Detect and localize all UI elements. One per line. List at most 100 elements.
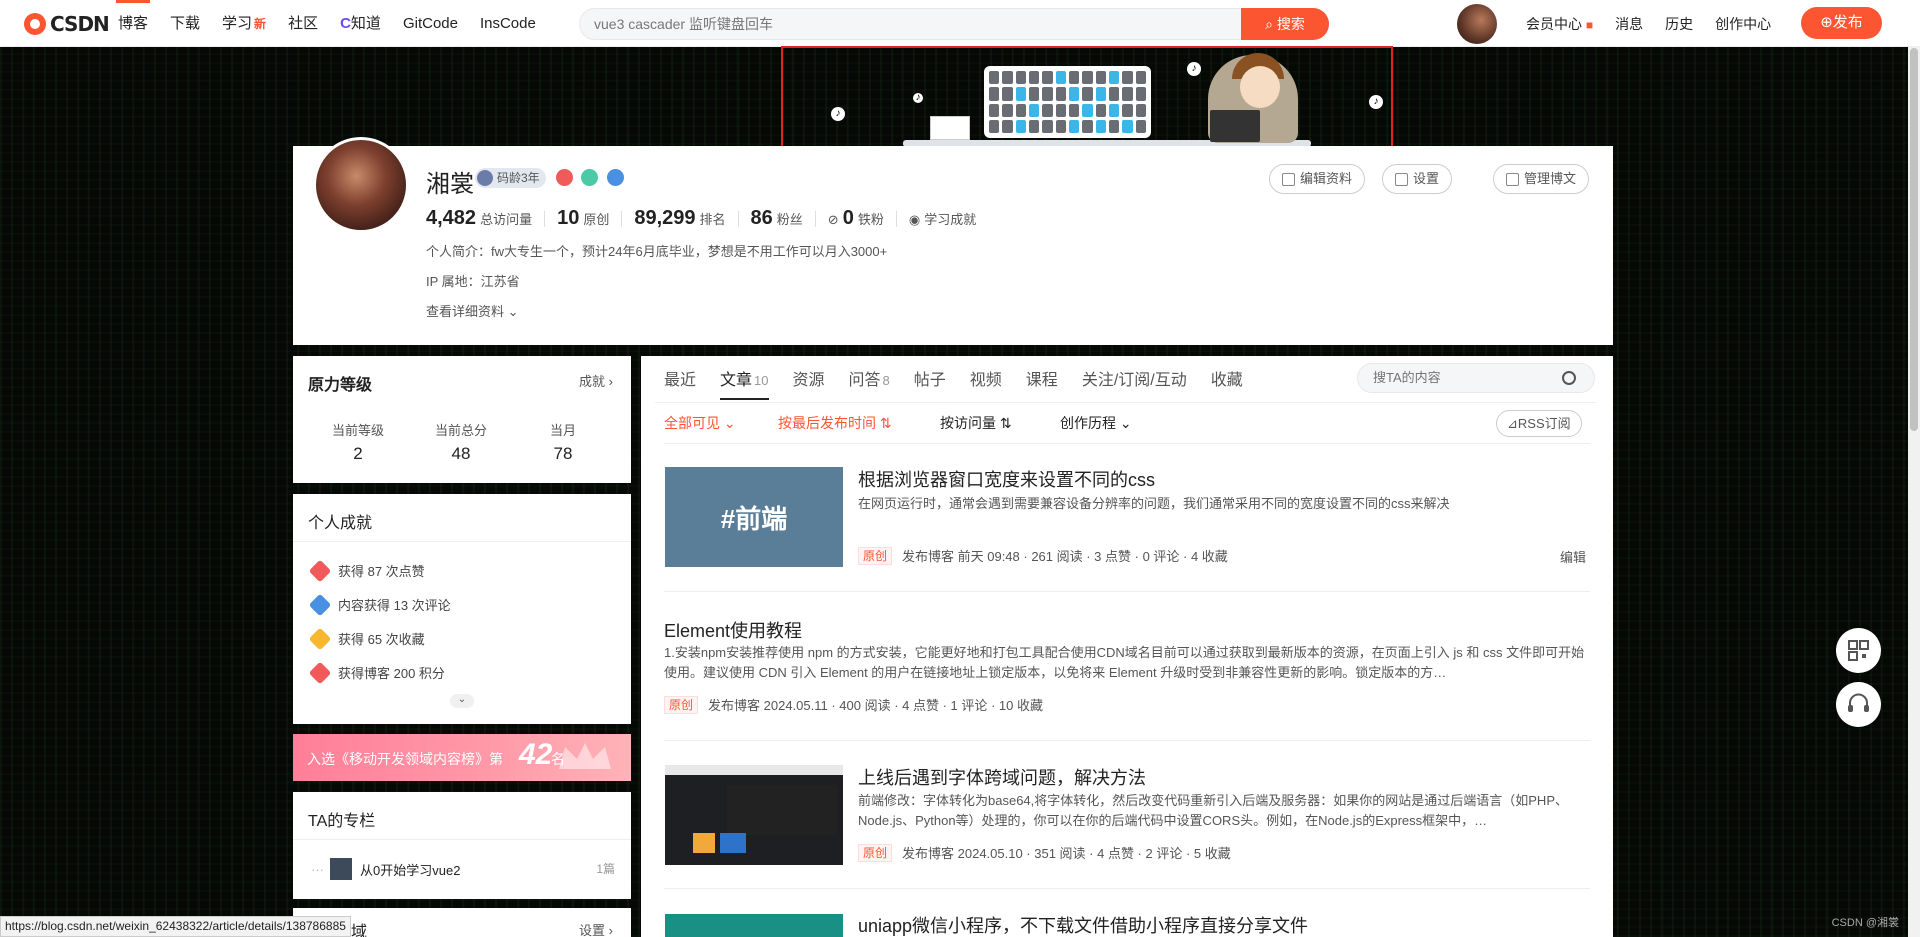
column-thumbnail	[330, 858, 352, 880]
article-title[interactable]: 根据浏览器窗口宽度来设置不同的css	[858, 466, 1155, 492]
article-thumbnail[interactable]	[665, 765, 843, 865]
tab-articles[interactable]: 文章 10	[720, 366, 769, 400]
status-bar-url: https://blog.csdn.net/weixin_62438322/ar…	[0, 916, 351, 937]
points-medal-icon	[308, 661, 332, 684]
article-title[interactable]: uniapp微信小程序，不下载文件借助小程序直接分享文件	[858, 912, 1308, 937]
eye-icon: ◉	[908, 212, 921, 227]
search-input[interactable]	[594, 9, 1194, 39]
tab-videos[interactable]: 视频	[970, 366, 1002, 400]
watermark: CSDN @湘裳	[1831, 917, 1899, 929]
filter-visibility[interactable]: 全部可见 ⌄	[664, 413, 736, 433]
article-title[interactable]: 上线后遇到字体跨域问题，解决方法	[858, 764, 1146, 790]
headset-icon	[1848, 693, 1869, 712]
content-tabs: 最近 文章 10 资源 问答 8 帖子 视频 课程 关注/订阅/互动 收藏	[664, 366, 1267, 400]
divider	[664, 443, 1590, 444]
comment-medal-icon	[308, 593, 332, 616]
content-search-input[interactable]	[1373, 364, 1549, 392]
tab-recent[interactable]: 最近	[664, 366, 696, 400]
column-count: 1篇	[596, 862, 615, 876]
nav-item-blog[interactable]: 博客	[115, 0, 151, 47]
achievement-link[interactable]: 成就 ›	[579, 371, 613, 390]
csdn-logo-icon	[24, 13, 46, 35]
article-thumbnail[interactable]	[665, 914, 843, 937]
rss-icon: ⊿	[1507, 416, 1518, 431]
rank-banner[interactable]: 入选《移动开发领域内容榜》第 42 名	[293, 734, 631, 781]
favorite-medal-icon	[308, 627, 332, 650]
history-link[interactable]: 历史	[1665, 14, 1693, 34]
article-thumbnail[interactable]: #前端	[665, 467, 843, 567]
qrcode-icon	[1848, 640, 1869, 661]
stat-fans: 86 粉丝	[750, 207, 803, 229]
sort-latest[interactable]: 按最后发布时间 ⇅	[778, 413, 892, 433]
column-item[interactable]: ··· 从0开始学习vue2	[311, 858, 460, 880]
gift-icon: ■	[1585, 17, 1594, 32]
divider	[655, 402, 1596, 403]
plus-icon: ⊕	[1820, 14, 1833, 31]
stat-iron-fans: ⊘ 0 铁粉	[827, 207, 884, 229]
nav-item-inscode[interactable]: InsCode	[480, 0, 536, 47]
chevron-down-icon: ⌄	[504, 304, 519, 319]
tab-posts[interactable]: 帖子	[914, 366, 946, 400]
achievements-title: 个人成就	[308, 515, 373, 532]
tab-follows[interactable]: 关注/订阅/互动	[1082, 366, 1187, 400]
medal-icon[interactable]	[556, 169, 573, 186]
tab-favorites[interactable]: 收藏	[1211, 366, 1243, 400]
stat-original: 10 原创	[557, 207, 610, 229]
level-monthly: 当月 78	[549, 423, 576, 463]
rss-subscribe-button[interactable]: ⊿RSS订阅	[1496, 410, 1582, 437]
csdn-logo[interactable]: CSDN	[24, 12, 110, 36]
profile-ip: IP 属地：江苏省	[426, 274, 520, 289]
search-icon[interactable]	[1562, 371, 1576, 385]
publish-button[interactable]: ⊕发布	[1801, 7, 1882, 39]
manage-posts-button[interactable]: 管理博文	[1493, 164, 1590, 194]
messages-link[interactable]: 消息	[1615, 14, 1643, 34]
medal-icon[interactable]	[581, 169, 598, 186]
creation-history[interactable]: 创作历程 ⌄	[1060, 413, 1132, 433]
code-age-badge: 码龄3年	[475, 168, 546, 188]
article-title[interactable]: Element使用教程	[664, 617, 802, 643]
new-badge: 新	[254, 17, 267, 31]
article-desc: 1.安装npm安装推荐使用 npm 的方式安装，它能更好地和打包工具配合使用CD…	[664, 645, 1585, 680]
tab-resources[interactable]: 资源	[793, 366, 825, 400]
divider	[293, 839, 631, 840]
top-navbar: CSDN 博客 下载 学习新 社区 C知道 GitCode InsCode ⌕ …	[0, 0, 1920, 47]
article-meta: 原创 发布博客 2024.05.11 · 400 阅读 · 4 点赞 · 1 评论…	[664, 695, 1043, 714]
crown-icon	[559, 743, 611, 769]
settings-button[interactable]: 设置	[1382, 164, 1453, 194]
divider	[664, 591, 1590, 592]
thumbnail-block	[693, 833, 715, 853]
main-nav: 博客 下载 学习新 社区 C知道 GitCode InsCode	[115, 0, 558, 47]
like-medal-icon	[308, 559, 332, 582]
achievement-points: 获得博客 200 积分	[308, 661, 445, 684]
stat-rank: 89,299 排名	[634, 207, 726, 229]
field-settings-link[interactable]: 设置 ›	[579, 920, 613, 937]
qrcode-button[interactable]	[1836, 628, 1881, 673]
nav-item-download[interactable]: 下载	[170, 0, 200, 47]
tab-qa[interactable]: 问答 8	[849, 366, 890, 400]
medal-icon[interactable]	[607, 169, 624, 186]
nav-item-community[interactable]: 社区	[288, 0, 318, 47]
edit-profile-button[interactable]: 编辑资料	[1269, 164, 1366, 194]
expand-chevron-icon[interactable]: ⌄	[450, 694, 474, 708]
sort-visits[interactable]: 按访问量 ⇅	[940, 413, 1012, 433]
scrollbar-thumb[interactable]	[1910, 48, 1918, 431]
column-card-title: TA的专栏	[308, 813, 376, 830]
divider	[737, 210, 739, 227]
tab-courses[interactable]: 课程	[1026, 366, 1058, 400]
nav-item-learn[interactable]: 学习新	[222, 0, 266, 47]
member-center-link[interactable]: 会员中心 ■	[1526, 14, 1593, 34]
content-search	[1357, 363, 1595, 393]
achievement-likes: 获得 87 次点赞	[308, 559, 425, 582]
learn-achievement-link[interactable]: ◉ 学习成就	[909, 209, 976, 228]
search-button[interactable]: ⌕ 搜索	[1241, 8, 1329, 40]
customer-service-button[interactable]	[1836, 682, 1881, 727]
profile-avatar[interactable]	[313, 137, 409, 233]
article-meta: 原创 发布博客 前天 09:48 · 261 阅读 · 3 点赞 · 0 评论 ·…	[858, 546, 1228, 565]
nav-item-zhidao[interactable]: C知道	[340, 0, 381, 47]
user-avatar[interactable]	[1457, 4, 1497, 44]
profile-more-link[interactable]: 查看详细资料 ⌄	[426, 301, 519, 320]
edit-article-link[interactable]: 编辑	[1560, 547, 1586, 566]
nav-item-gitcode[interactable]: GitCode	[403, 0, 458, 47]
divider	[664, 888, 1590, 889]
creator-center-link[interactable]: 创作中心	[1715, 14, 1771, 34]
